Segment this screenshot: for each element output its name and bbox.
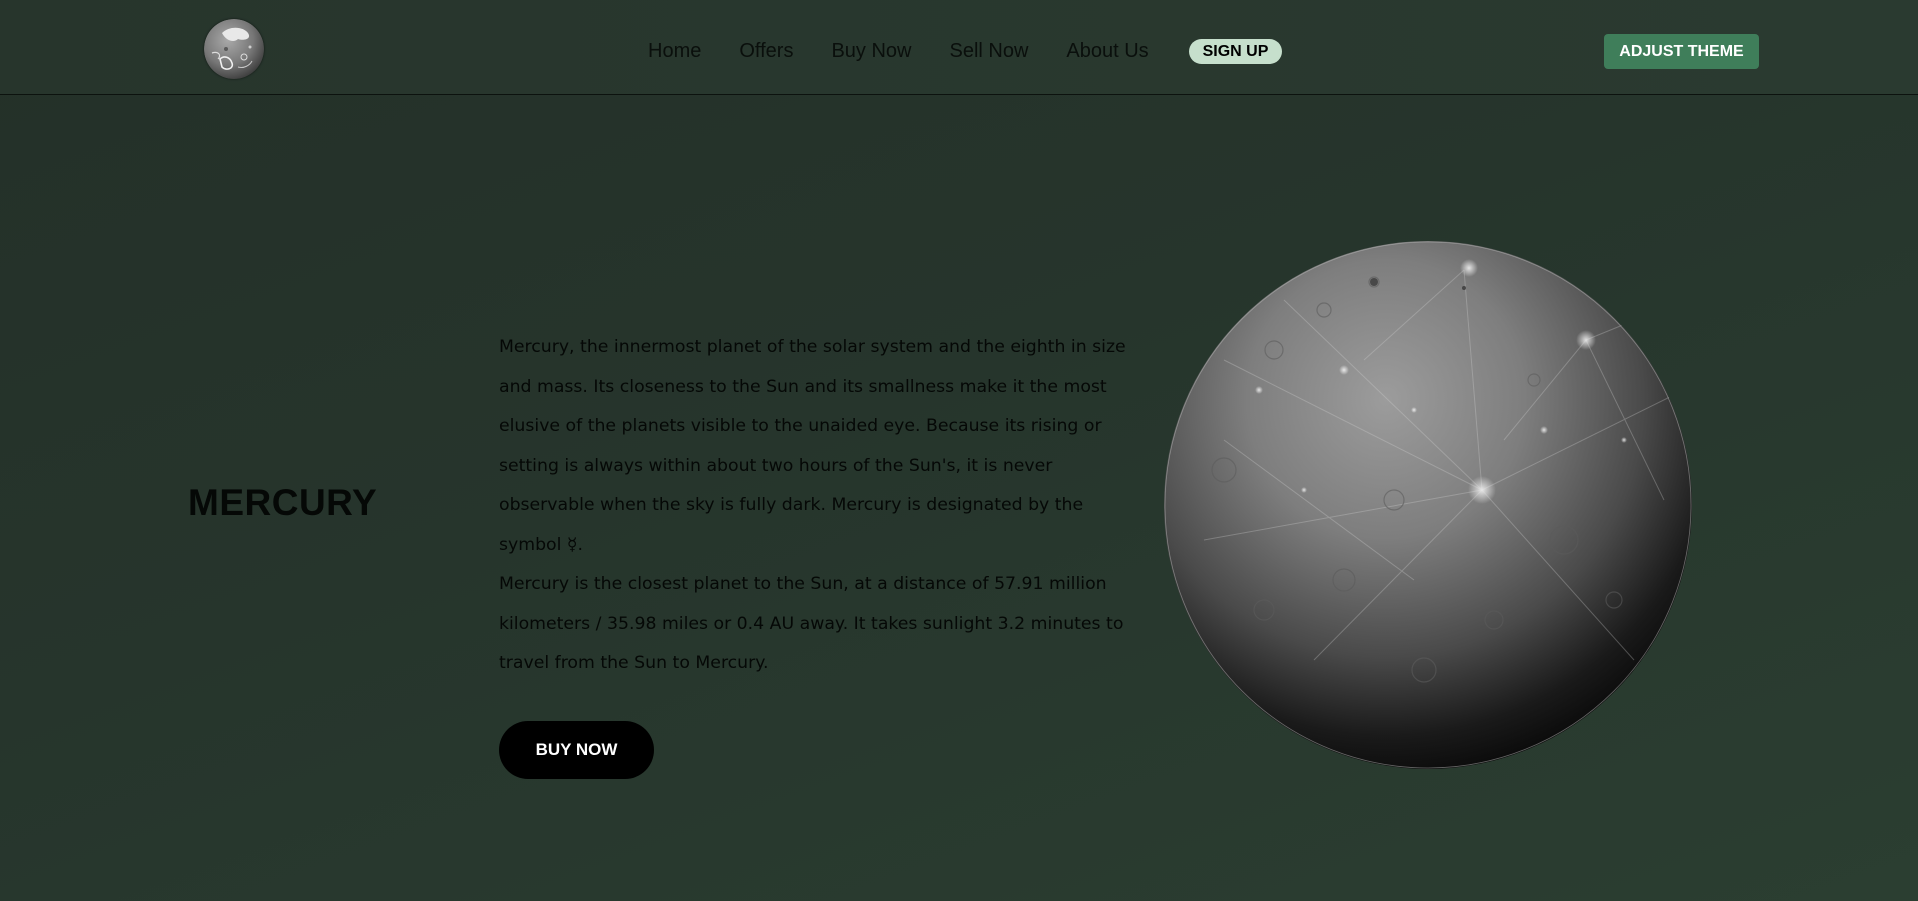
nav-home[interactable]: Home	[648, 36, 701, 66]
buy-now-button[interactable]: BUY NOW	[499, 721, 654, 779]
planet-logo-icon[interactable]	[204, 19, 264, 79]
main-nav: Home Offers Buy Now Sell Now About Us	[648, 36, 1169, 66]
nav-offers[interactable]: Offers	[739, 36, 793, 66]
nav-about-us[interactable]: About Us	[1066, 36, 1148, 66]
planet-title: MERCURY	[188, 482, 378, 523]
site-header: Home Offers Buy Now Sell Now About Us SI…	[0, 0, 1918, 95]
description-paragraph-2: Mercury is the closest planet to the Sun…	[499, 574, 1124, 673]
mercury-planet-image	[1164, 240, 1692, 770]
sign-up-button[interactable]: SIGN UP	[1189, 39, 1282, 64]
nav-sell-now[interactable]: Sell Now	[949, 36, 1028, 66]
description-paragraph-1: Mercury, the innermost planet of the sol…	[499, 337, 1126, 555]
adjust-theme-button[interactable]: ADJUST THEME	[1604, 34, 1759, 69]
planet-description: Mercury, the innermost planet of the sol…	[499, 328, 1139, 684]
nav-buy-now[interactable]: Buy Now	[831, 36, 911, 66]
